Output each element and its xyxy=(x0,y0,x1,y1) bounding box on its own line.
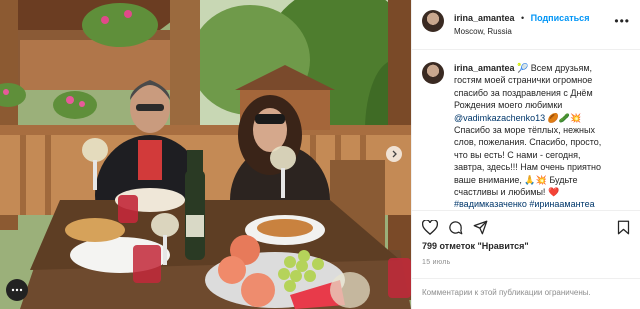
bookmark-icon[interactable] xyxy=(617,220,630,235)
caption-line: Рождения моего любимки xyxy=(454,100,563,111)
mention-link[interactable]: @vadimkazachenko13 xyxy=(454,113,545,123)
caption-line: спасибо за поздравления с Днём xyxy=(454,87,593,98)
heart-icon[interactable] xyxy=(422,220,438,235)
caption-line: счастливы и любимы! xyxy=(454,187,546,198)
post-caption: irina_amantea 🎾 Всем друзьям, гостям мое… xyxy=(422,62,634,210)
caption-line: Всем друзьям, xyxy=(530,63,593,73)
comments-restricted-notice: Комментарии к этой публикации ограничены… xyxy=(412,278,640,309)
location-link[interactable]: Moscow, Russia xyxy=(454,25,589,38)
share-icon[interactable] xyxy=(473,220,488,235)
instagram-post: irina_amantea • Подписаться Moscow, Russ… xyxy=(0,0,640,309)
heart-emoji-icon: ❤️ xyxy=(547,187,560,198)
post-header: irina_amantea • Подписаться Moscow, Russ… xyxy=(412,0,640,50)
emoji-icon: 🙏💥 xyxy=(524,174,547,185)
caption-line: гостям моей странички огромное xyxy=(454,75,593,86)
caption-line: слов, пожелания. Спасибо, просто, xyxy=(454,137,602,148)
chevron-right-icon xyxy=(392,150,397,158)
photo-illustration xyxy=(0,0,411,309)
more-icon[interactable] xyxy=(6,279,28,301)
emoji-icon: 🎾 xyxy=(517,63,529,73)
caption-line: завтра, здесь!!! Нам очень приятно xyxy=(454,162,601,173)
more-dots-icon xyxy=(11,288,23,292)
caption-line: что вы есть! С нами - сегодня, xyxy=(454,149,581,160)
caption-avatar[interactable] xyxy=(422,62,444,84)
caption-line: Спасибо за море тёплых, нежных xyxy=(454,125,595,136)
caption-line: ваше внимание, xyxy=(454,174,522,185)
caption-text: irina_amantea 🎾 Всем друзьям, гостям мое… xyxy=(454,62,601,210)
post-photo[interactable] xyxy=(0,0,411,309)
post-sidebar: irina_amantea • Подписаться Moscow, Russ… xyxy=(411,0,640,309)
hashtags-link[interactable]: #вадимказаченко #иринаамантеа xyxy=(454,199,595,209)
separator-dot: • xyxy=(520,13,525,23)
likes-count[interactable]: 799 отметок "Нравится" xyxy=(422,241,529,251)
caption-line: Будьте xyxy=(549,174,578,185)
follow-button[interactable]: Подписаться xyxy=(531,13,590,23)
comment-icon[interactable] xyxy=(448,220,463,235)
next-photo-button[interactable] xyxy=(386,146,402,162)
post-date[interactable]: 15 июль xyxy=(422,259,451,266)
avatar[interactable] xyxy=(422,10,444,32)
username-link[interactable]: irina_amantea xyxy=(454,13,515,23)
caption-username[interactable]: irina_amantea xyxy=(454,63,515,73)
emoji-icon: 🏉🥒💥 xyxy=(547,112,582,123)
options-more-icon[interactable]: ••• xyxy=(614,14,630,28)
